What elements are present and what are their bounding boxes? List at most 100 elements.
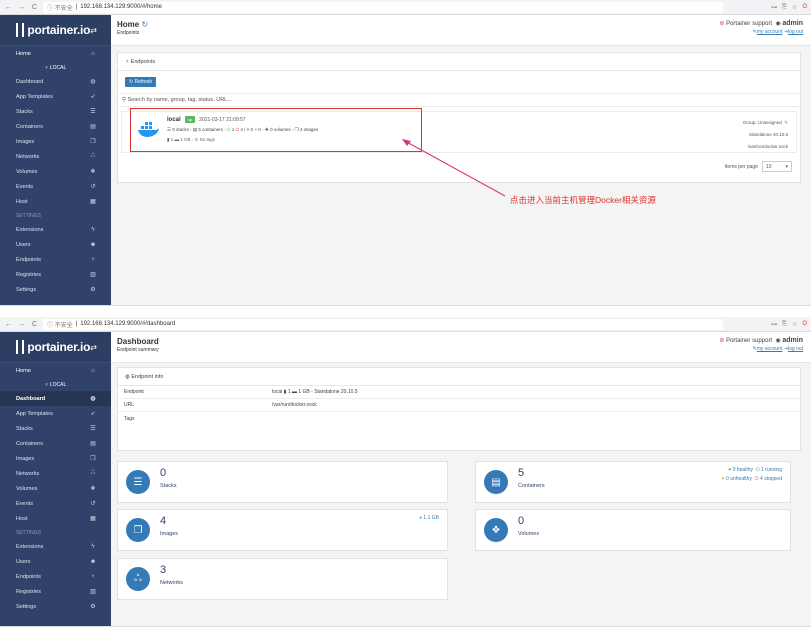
volumes-widget[interactable]: ❖ 0 Volumes xyxy=(475,509,791,551)
key-icon[interactable]: ⊶ xyxy=(771,4,777,11)
server-icon: ▤ xyxy=(484,470,508,494)
browser-toolbar: ← → C ⓘ 不安全 | 192.168.134.129:9000/#/hom… xyxy=(0,0,811,15)
containers-widget[interactable]: ▤ 5 Containers ♥ 0 healthy ⏻ 1 running ♥… xyxy=(475,461,791,503)
panel-title: ♆ Endpoints xyxy=(118,53,800,71)
sidebar-item-endpoints[interactable]: Endpoints ♆ xyxy=(0,569,111,584)
sidebar-item-endpoints[interactable]: Endpoints ♆ xyxy=(0,252,111,267)
sidebar-item-volumes[interactable]: Volumes ❖ xyxy=(0,481,111,496)
sidebar-item-settings[interactable]: Settings ⚙ xyxy=(0,282,111,297)
reload-icon[interactable]: C xyxy=(30,4,39,11)
annotation-text: 点击进入当前主机管理Docker相关资源 xyxy=(510,195,656,205)
cubes-icon: ❖ xyxy=(90,169,96,175)
sidebar-item-images[interactable]: Images ❐ xyxy=(0,134,111,149)
back-icon[interactable]: ← xyxy=(4,4,13,11)
refresh-button[interactable]: ↻ Refresh xyxy=(125,77,157,87)
endpoint-item[interactable]: local up 2021-03-17 21:09:57 ☰ 0 stacks … xyxy=(121,108,797,153)
brand[interactable]: portainer.io ⇄ xyxy=(0,15,111,46)
cogs-icon: ⚙ xyxy=(90,287,96,293)
exchange-icon[interactable]: ⇄ xyxy=(90,26,97,35)
sidebar-item-dashboard[interactable]: Dashboard ◍ xyxy=(0,74,111,89)
sidebar-item-volumes[interactable]: Volumes ❖ xyxy=(0,164,111,179)
sidebar-item-users[interactable]: Users ☻ xyxy=(0,237,111,252)
star-icon[interactable]: ☆ xyxy=(792,4,797,11)
plug-icon: ♆ xyxy=(125,58,130,65)
sidebar-item-networks[interactable]: Networks ஃ xyxy=(0,149,111,164)
sidebar-item-dashboard[interactable]: Dashboard ◍ xyxy=(0,391,111,406)
endpoint-name: local up 2021-03-17 21:09:57 xyxy=(167,116,246,123)
stacks-widget[interactable]: ☰ 0 Stacks xyxy=(117,461,448,503)
back-icon[interactable]: ← xyxy=(4,321,13,328)
forward-icon[interactable]: → xyxy=(17,321,26,328)
sidebar-item-stacks[interactable]: Stacks ☰ xyxy=(0,104,111,119)
sidebar-item-extensions[interactable]: Extensions ϟ xyxy=(0,539,111,554)
endpoint-resources: ▮ 1 ▬ 1 GB - ⊙ No tags xyxy=(167,137,216,142)
sidebar-item-networks[interactable]: Networks ஃ xyxy=(0,466,111,481)
sidebar-item-app-templates[interactable]: App Templates ➶ xyxy=(0,89,111,104)
search-input[interactable]: ⚲ Search by name, group, tag, status, UR… xyxy=(118,93,800,107)
user-box: ⊛ Portainer support ◉ admin ✎my account … xyxy=(719,20,803,35)
refresh-icon[interactable]: ↻ xyxy=(141,20,148,29)
sidebar-item-label: Host xyxy=(16,515,28,522)
sidebar-item-label: Networks xyxy=(16,153,40,160)
user-box: ⊛ Portainer support ◉ admin ✎my account … xyxy=(719,337,803,352)
my-account-link[interactable]: my account xyxy=(757,29,783,35)
history-icon: ↺ xyxy=(90,184,96,190)
sidebar-item-home[interactable]: Home ⌂ xyxy=(0,46,111,62)
cpu-icon: ▮ xyxy=(167,137,170,142)
sidebar-item-containers[interactable]: Containers ▤ xyxy=(0,436,111,451)
sidebar-item-events[interactable]: Events ↺ xyxy=(0,179,111,194)
sidebar-item-home[interactable]: Home ⌂ xyxy=(0,363,111,379)
brand[interactable]: portainer.io ⇄ xyxy=(0,332,111,363)
power-off-icon: ⏻ xyxy=(754,476,759,482)
sidebar-item-label: Dashboard xyxy=(16,78,44,85)
logout-link[interactable]: log out xyxy=(788,346,803,352)
sidebar-item-host[interactable]: Host ▦ xyxy=(0,511,111,526)
sidebar-item-host[interactable]: Host ▦ xyxy=(0,194,111,209)
dashboard-screenshot: ← → C ⓘ 不安全 | 192.168.134.129:9000/#/das… xyxy=(0,317,811,627)
opera-icon[interactable]: O xyxy=(802,321,807,328)
sidebar-item-label: Containers xyxy=(16,440,44,447)
sidebar-item-settings[interactable]: Settings ⚙ xyxy=(0,599,111,614)
address-bar[interactable]: ⓘ 不安全 | 192.168.134.129:9000/#/home xyxy=(43,1,723,13)
translate-icon[interactable]: ⎘ xyxy=(782,321,787,328)
address-bar[interactable]: ⓘ 不安全 | 192.168.134.129:9000/#/dashboard xyxy=(43,318,723,330)
history-icon: ↺ xyxy=(90,501,96,507)
opera-icon[interactable]: O xyxy=(802,4,807,11)
forward-icon[interactable]: → xyxy=(17,4,26,11)
bolt-icon: ϟ xyxy=(91,543,95,550)
sidebar-item-label: Users xyxy=(16,558,31,565)
bolt-icon: ϟ xyxy=(91,226,95,233)
key-icon[interactable]: ⊶ xyxy=(771,321,777,328)
clone-icon: ❐ xyxy=(126,518,150,542)
sidebar-item-registries[interactable]: Registries ▥ xyxy=(0,584,111,599)
my-account-link[interactable]: my account xyxy=(757,346,783,352)
logout-link[interactable]: log out xyxy=(788,29,803,35)
sidebar-item-containers[interactable]: Containers ▤ xyxy=(0,119,111,134)
support-link[interactable]: Portainer support xyxy=(726,21,772,27)
items-per-page-select[interactable]: 10 ▾ xyxy=(762,161,792,172)
reload-icon[interactable]: C xyxy=(30,321,39,328)
networks-widget[interactable]: ஃ 3 Networks xyxy=(117,558,448,600)
sidebar-item-registries[interactable]: Registries ▥ xyxy=(0,267,111,282)
plug-icon: ♆ xyxy=(90,256,96,263)
security-indicator[interactable]: ⓘ 不安全 xyxy=(47,3,73,12)
users-icon: ☻ xyxy=(89,241,97,248)
sidebar-item-stacks[interactable]: Stacks ☰ xyxy=(0,421,111,436)
sidebar-item-images[interactable]: Images ❐ xyxy=(0,451,111,466)
sidebar-item-users[interactable]: Users ☻ xyxy=(0,554,111,569)
exchange-icon[interactable]: ⇄ xyxy=(90,343,97,352)
sidebar-item-extensions[interactable]: Extensions ϟ xyxy=(0,222,111,237)
server-icon: ▤ xyxy=(90,124,96,130)
tachometer-icon: ◍ xyxy=(125,373,130,380)
support-link[interactable]: Portainer support xyxy=(726,338,772,344)
sidebar-item-label: Endpoints xyxy=(16,256,41,263)
sidebar-item-events[interactable]: Events ↺ xyxy=(0,496,111,511)
star-icon[interactable]: ☆ xyxy=(792,321,797,328)
sidebar-item-app-templates[interactable]: App Templates ➶ xyxy=(0,406,111,421)
translate-icon[interactable]: ⎘ xyxy=(782,4,787,11)
images-widget[interactable]: ❐ 4 Images ◕ 1.1 GB xyxy=(117,509,448,551)
security-indicator[interactable]: ⓘ 不安全 xyxy=(47,320,73,329)
pencil-icon[interactable]: ✎ xyxy=(784,120,788,125)
url-text: 192.168.134.129:9000/#/dashboard xyxy=(80,321,176,327)
sidebar-item-label: Stacks xyxy=(16,108,33,115)
